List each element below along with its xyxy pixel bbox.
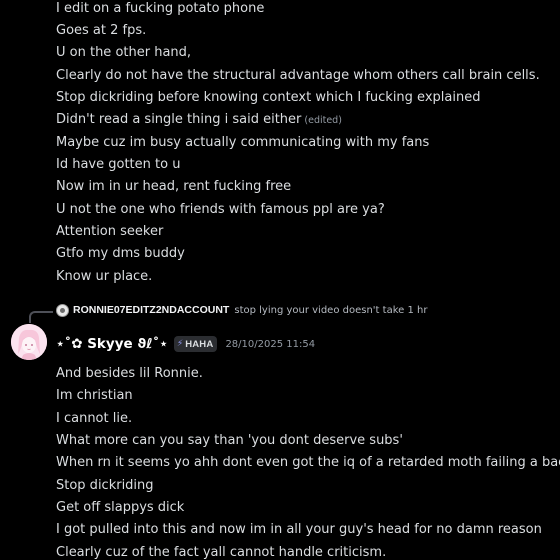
message-header: ⋆˚✿ Skyye ϑℓ˚⋆ ⚡ HAHA 28/10/2025 11:54 bbox=[56, 334, 315, 354]
chat-messages: I edit on a fucking potato phone Goes at… bbox=[0, 0, 560, 560]
reply-reference[interactable]: RONNIE07EDITZ2NDACCOUNT stop lying your … bbox=[56, 302, 427, 318]
message-line: When rn it seems yo ahh dont even got th… bbox=[56, 455, 560, 470]
message-line: Im christian bbox=[56, 388, 133, 403]
avatar-image bbox=[11, 324, 47, 360]
message-line: I got pulled into this and now im in all… bbox=[56, 522, 542, 537]
message-line: I edit on a fucking potato phone bbox=[56, 1, 265, 16]
message-line: Stop dickriding bbox=[56, 478, 154, 493]
message-line: Gtfo my dms buddy bbox=[56, 246, 185, 261]
message-line: Clearly cuz of the fact yall cannot hand… bbox=[56, 545, 387, 560]
lightning-icon: ⚡ bbox=[176, 339, 184, 349]
clan-tag[interactable]: ⚡ HAHA bbox=[173, 336, 218, 352]
reply-author[interactable]: RONNIE07EDITZ2NDACCOUNT bbox=[73, 304, 229, 316]
username[interactable]: ⋆˚✿ Skyye ϑℓ˚⋆ bbox=[56, 336, 168, 352]
message-line-edited: Didn't read a single thing i said either… bbox=[56, 112, 342, 129]
reply-connector bbox=[29, 311, 53, 323]
message-line: Attention seeker bbox=[56, 224, 164, 239]
message-line: Maybe cuz im busy actually communicating… bbox=[56, 135, 430, 150]
clan-tag-label: HAHA bbox=[185, 338, 214, 350]
message-line: Id have gotten to u bbox=[56, 157, 181, 172]
message-line: U not the one who friends with famous pp… bbox=[56, 202, 385, 217]
message-line: I cannot lie. bbox=[56, 411, 133, 426]
message-line: Know ur place. bbox=[56, 269, 153, 284]
message-text: Didn't read a single thing i said either bbox=[56, 112, 302, 127]
message-line: Stop dickriding before knowing context w… bbox=[56, 90, 481, 105]
reply-preview[interactable]: stop lying your video doesn't take 1 hr bbox=[234, 305, 427, 316]
message-line: U on the other hand, bbox=[56, 45, 192, 60]
reply-avatar[interactable] bbox=[56, 303, 69, 317]
edited-label: (edited) bbox=[304, 115, 342, 126]
message-line: And besides lil Ronnie. bbox=[56, 366, 203, 381]
message-line: What more can you say than 'you dont des… bbox=[56, 433, 403, 448]
timestamp[interactable]: 28/10/2025 11:54 bbox=[225, 339, 315, 350]
message-line: Clearly do not have the structural advan… bbox=[56, 68, 540, 83]
message-line: Now im in ur head, rent fucking free bbox=[56, 179, 292, 194]
message-line: Get off slappys dick bbox=[56, 500, 185, 515]
message-line: Goes at 2 fps. bbox=[56, 23, 147, 38]
avatar[interactable] bbox=[11, 324, 47, 360]
